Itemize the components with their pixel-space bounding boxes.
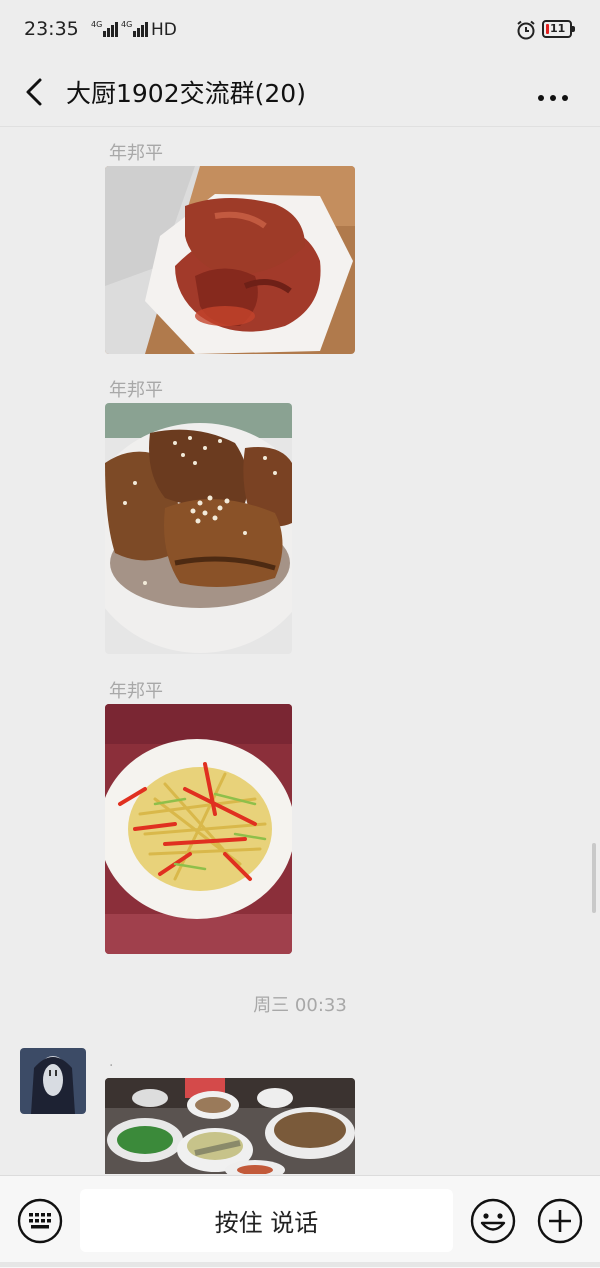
sender-name: . (109, 1054, 114, 1070)
sender-name: 年邦平 (109, 380, 163, 401)
chat-header: 大厨1902交流群(20) (0, 60, 600, 127)
hd-indicator: HD (151, 20, 177, 40)
chat-image[interactable] (105, 1078, 355, 1174)
battery-icon: 11 (542, 20, 575, 38)
hold-to-talk-button[interactable]: 按住 说话 (80, 1189, 453, 1252)
chat-title: 大厨1902交流群(20) (66, 79, 306, 108)
chat-image[interactable] (105, 166, 355, 354)
plus-icon[interactable] (537, 1198, 583, 1244)
emoji-icon[interactable] (470, 1198, 516, 1244)
keyboard-icon[interactable] (17, 1198, 63, 1244)
sender-name: 年邦平 (109, 143, 163, 164)
alarm-icon (517, 20, 535, 40)
avatar[interactable] (20, 1048, 86, 1114)
chat-image[interactable] (105, 403, 292, 654)
input-bar: 按住 说话 (0, 1175, 600, 1268)
more-options-icon[interactable] (530, 72, 576, 112)
message-timestamp: 周三 00:33 (253, 995, 347, 1016)
signal-icon: 4G (91, 20, 119, 37)
sender-name: 年邦平 (109, 681, 163, 702)
bottom-divider (0, 1262, 600, 1267)
status-bar: 23:35 4G 4G HD 11 (0, 0, 600, 60)
signal-icon: 4G (121, 20, 149, 37)
chat-image[interactable] (105, 704, 292, 954)
scrollbar[interactable] (592, 843, 596, 913)
back-arrow-icon[interactable] (18, 72, 54, 112)
status-time: 23:35 (24, 18, 79, 40)
